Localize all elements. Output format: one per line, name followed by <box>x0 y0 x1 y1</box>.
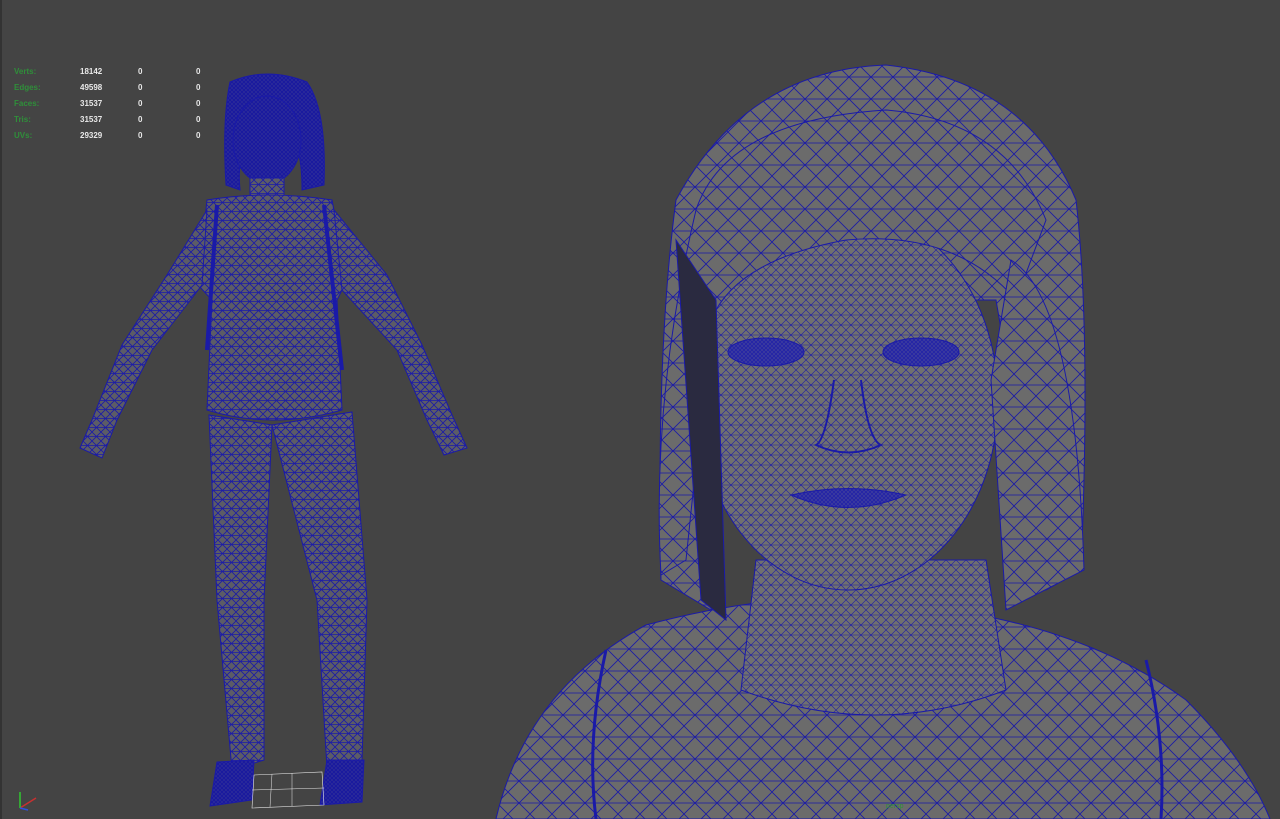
head-closeup-wireframe-model[interactable] <box>486 0 1280 819</box>
viewport-head-closeup[interactable]: persp <box>486 0 1280 819</box>
viewport-full-body[interactable]: Verts: 18142 0 0 Edges: 49598 0 0 Faces:… <box>0 0 486 819</box>
full-body-wireframe-model[interactable] <box>2 0 486 819</box>
axis-gizmo-icon <box>19 792 37 811</box>
camera-label: persp <box>886 803 904 810</box>
